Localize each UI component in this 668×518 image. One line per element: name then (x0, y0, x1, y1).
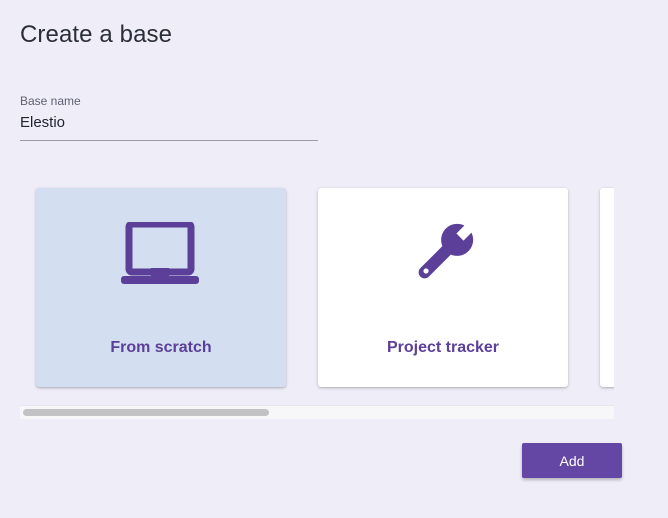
dialog-title: Create a base (20, 21, 173, 48)
template-card-from-scratch[interactable]: From scratch (36, 188, 286, 387)
carousel-scrollbar[interactable] (20, 405, 614, 419)
base-name-input[interactable] (20, 112, 316, 132)
template-card-label: Project tracker (386, 339, 500, 356)
base-name-field[interactable]: Base name (20, 94, 318, 141)
template-card-project-tracker[interactable]: Project tracker (318, 188, 568, 387)
scrollbar-thumb[interactable] (23, 409, 269, 416)
template-card-label: From scratch (110, 339, 212, 356)
template-carousel: From scratch Project tracker (20, 172, 614, 405)
wrench-icon (318, 222, 568, 286)
laptop-icon (36, 222, 286, 286)
add-button[interactable]: Add (522, 443, 622, 478)
template-card-partial[interactable] (600, 188, 614, 387)
base-name-label: Base name (20, 94, 81, 108)
